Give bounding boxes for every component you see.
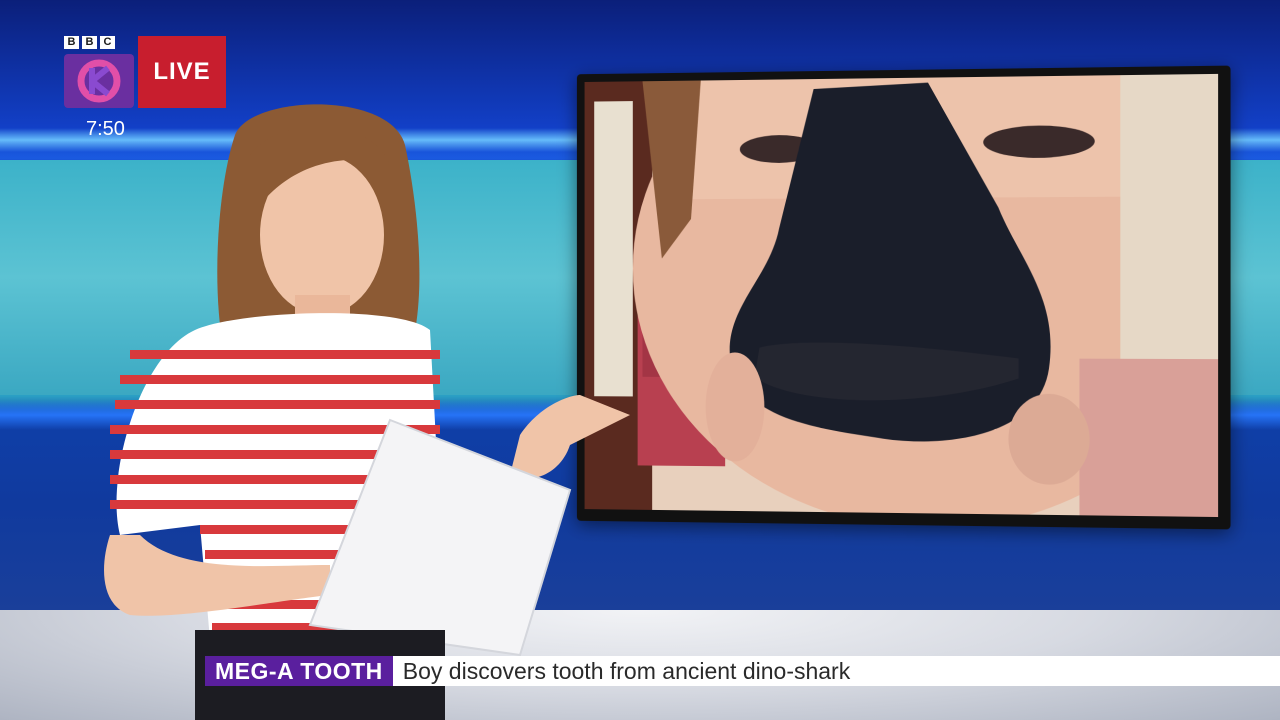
broadcast-clock: 7:50 [86, 118, 125, 141]
bbc-wordmark: B B C [64, 36, 115, 49]
ticker-tag: MEG-A TOOTH [205, 656, 393, 686]
ticker-headline: Boy discovers tooth from ancient dino-sh… [393, 656, 1280, 686]
bbc-letter-3: C [100, 36, 115, 49]
boy-holding-tooth-image [585, 74, 1219, 517]
live-badge: LIVE [138, 36, 226, 108]
screen-image [585, 74, 1219, 517]
channel-logo: B B C LIVE [64, 36, 115, 49]
video-wall-screen [577, 66, 1231, 530]
bbc-letter-2: B [82, 36, 97, 49]
bbc-letter-1: B [64, 36, 79, 49]
news-ticker: MEG-A TOOTH Boy discovers tooth from anc… [205, 656, 1280, 686]
cbbc-logo-icon [64, 54, 134, 108]
presenter-figure [100, 95, 660, 720]
studio-background: B B C LIVE 7:50 MEG-A TOOTH Boy discover… [0, 0, 1280, 720]
